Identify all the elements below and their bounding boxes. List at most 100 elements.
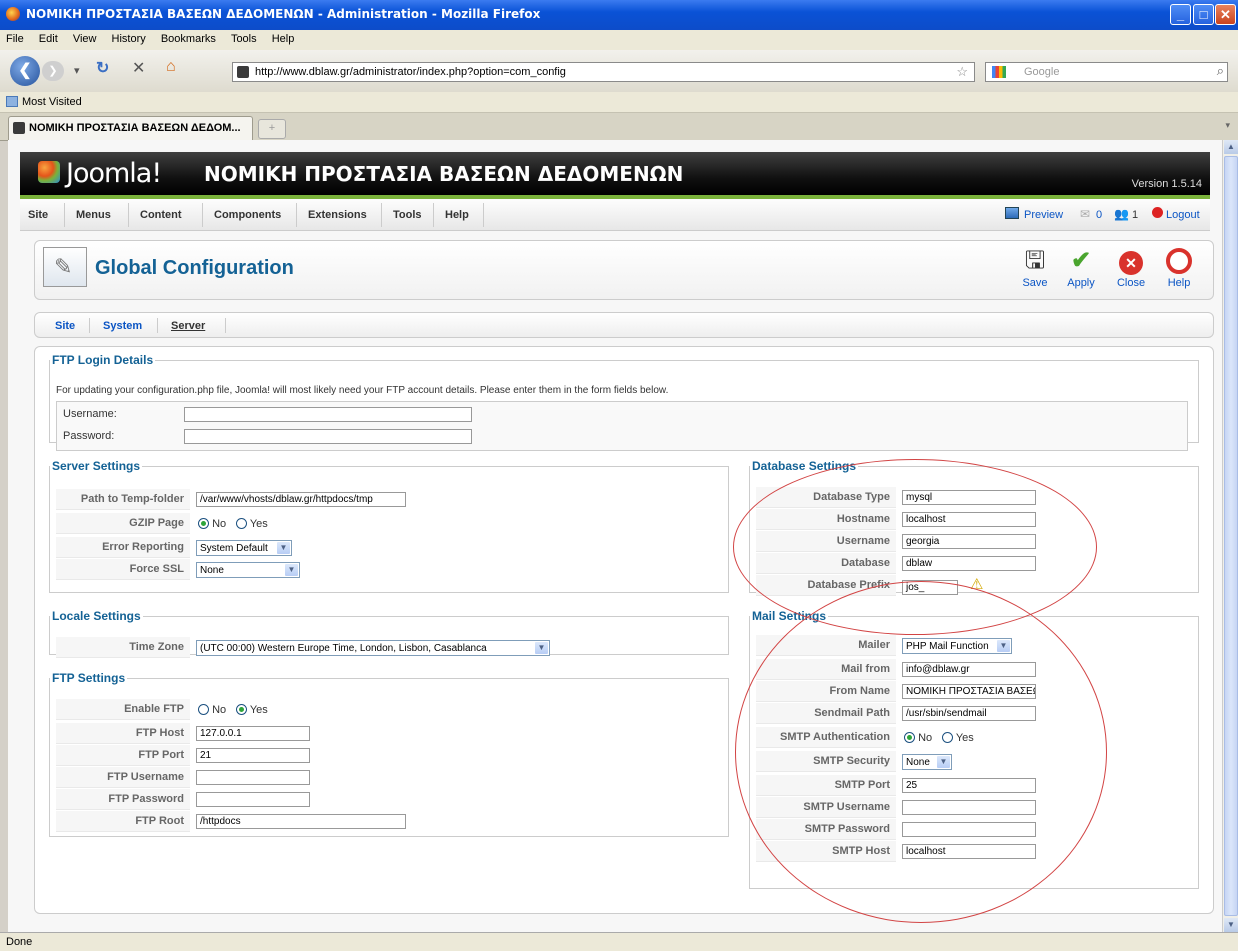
annotation-ellipse-mail — [735, 581, 1107, 923]
tab-strip: ΝΟΜΙΚΗ ΠΡΟΣΤΑΣΙΑ ΒΑΣΕΩΝ ΔΕΔΟΜ... + ▾ — [0, 113, 1238, 141]
close-icon: ✕ — [1117, 247, 1145, 275]
maximize-button[interactable]: □ — [1193, 4, 1214, 25]
ftp-login-password-input[interactable] — [184, 429, 472, 444]
tab-label: ΝΟΜΙΚΗ ΠΡΟΣΤΑΣΙΑ ΒΑΣΕΩΝ ΔΕΔΟΜ... — [29, 122, 241, 134]
bookmark-star-icon[interactable]: ☆ — [956, 64, 968, 80]
help-label: Help — [1167, 277, 1191, 289]
submenu-server[interactable]: Server — [171, 320, 205, 332]
site-title: ΝΟΜΙΚΗ ΠΡΟΣΤΑΣΙΑ ΒΑΣΕΩΝ ΔΕΔΟΜΕΝΩΝ — [204, 162, 684, 186]
search-placeholder: Google — [1024, 66, 1060, 78]
chevron-down-icon: ▼ — [535, 642, 548, 654]
scroll-thumb[interactable] — [1224, 156, 1238, 916]
back-button[interactable]: ❮ — [10, 56, 40, 86]
history-dropdown-icon[interactable]: ▾ — [74, 64, 80, 77]
gzip-no-radio[interactable]: No — [198, 518, 226, 530]
jmenu-help[interactable]: Help — [445, 209, 469, 221]
joomla-logo-icon — [38, 161, 60, 183]
ftp-settings-fieldset: FTP Settings Enable FTP No Yes FTP Host … — [49, 671, 729, 837]
close-label: Close — [1116, 277, 1146, 289]
jmenu-content[interactable]: Content — [140, 209, 182, 221]
config-submenu: Site System Server — [34, 312, 1214, 338]
minimize-button[interactable]: _ — [1170, 4, 1191, 25]
stop-icon[interactable]: ✕ — [132, 58, 145, 78]
tab-active[interactable]: ΝΟΜΙΚΗ ΠΡΟΣΤΑΣΙΑ ΒΑΣΕΩΝ ΔΕΔΟΜ... — [8, 116, 253, 140]
bookmark-folder-icon — [6, 96, 18, 107]
jmenu-tools[interactable]: Tools — [393, 209, 422, 221]
scroll-up-arrow-icon[interactable]: ▲ — [1224, 140, 1238, 154]
ftp-settings-legend: FTP Settings — [52, 671, 126, 685]
status-bar: Done — [0, 932, 1238, 951]
submenu-system[interactable]: System — [103, 320, 142, 332]
gzip-label: GZIP Page Compression — [56, 513, 190, 550]
tab-favicon — [13, 122, 25, 134]
jmenu-extensions[interactable]: Extensions — [308, 209, 367, 221]
ftp-port-input[interactable]: 21 — [196, 748, 310, 763]
site-favicon — [237, 66, 249, 78]
toolbar-box: ✎ Global Configuration 🖫 Save ✔ Apply ✕ … — [34, 240, 1214, 300]
firefox-icon — [6, 7, 20, 21]
home-icon[interactable]: ⌂ — [166, 58, 176, 76]
enable-ftp-yes-radio[interactable]: Yes — [236, 704, 268, 716]
error-reporting-label: Error Reporting — [56, 537, 190, 558]
jmenu-components[interactable]: Components — [214, 209, 281, 221]
ftp-host-input[interactable]: 127.0.0.1 — [196, 726, 310, 741]
save-label: Save — [1022, 277, 1048, 289]
window-title: ΝΟΜΙΚΗ ΠΡΟΣΤΑΣΙΑ ΒΑΣΕΩΝ ΔΕΔΟΜΕΝΩΝ - Admi… — [26, 7, 541, 21]
temp-folder-input[interactable]: /var/www/vhosts/dblaw.gr/httpdocs/tmp — [196, 492, 406, 507]
search-box[interactable]: Google ⌕ — [985, 62, 1228, 82]
joomla-menu: Site Menus Content Components Extensions… — [20, 199, 1210, 231]
menu-help[interactable]: Help — [266, 30, 301, 45]
menu-bookmarks[interactable]: Bookmarks — [155, 30, 222, 45]
ftp-login-username-input[interactable] — [184, 407, 472, 422]
ftp-root-input[interactable]: /httpdocs — [196, 814, 406, 829]
page-viewport: Joomla! ΝΟΜΙΚΗ ΠΡΟΣΤΑΣΙΑ ΒΑΣΕΩΝ ΔΕΔΟΜΕΝΩ… — [8, 140, 1222, 932]
forward-button[interactable]: ❯ — [42, 61, 64, 81]
page-title: Global Configuration — [95, 257, 294, 279]
ftp-username-input[interactable] — [196, 770, 310, 785]
apply-icon: ✔ — [1070, 247, 1092, 274]
new-tab-button[interactable]: + — [258, 119, 286, 139]
reload-icon[interactable]: ↻ — [96, 58, 109, 78]
locale-settings-fieldset: Locale Settings Time Zone (UTC 00:00) We… — [49, 609, 729, 658]
config-page-icon: ✎ — [43, 247, 87, 287]
jmenu-menus[interactable]: Menus — [76, 209, 111, 221]
ftp-login-legend: FTP Login Details — [52, 353, 154, 367]
save-button[interactable]: 🖫 Save — [1015, 247, 1055, 289]
ftp-root-label: FTP Root — [56, 811, 190, 832]
error-reporting-select[interactable]: System Default ▼ — [196, 540, 292, 556]
ftp-password-input[interactable] — [196, 792, 310, 807]
gzip-yes-radio[interactable]: Yes — [236, 518, 268, 530]
submenu-site[interactable]: Site — [55, 320, 75, 332]
menu-file[interactable]: File — [0, 30, 30, 45]
ftp-password-label: FTP Password — [56, 789, 190, 810]
scroll-down-arrow-icon[interactable]: ▼ — [1224, 918, 1238, 932]
force-ssl-select[interactable]: None ▼ — [196, 562, 300, 578]
preview-icon — [1005, 207, 1019, 219]
menu-edit[interactable]: Edit — [33, 30, 64, 45]
enable-ftp-no-radio[interactable]: No — [198, 704, 226, 716]
ftp-login-username-label: Username: — [63, 408, 117, 420]
locale-settings-legend: Locale Settings — [52, 609, 141, 623]
apply-button[interactable]: ✔ Apply — [1061, 247, 1101, 289]
help-button[interactable]: Help — [1159, 247, 1199, 289]
close-button[interactable]: ✕ Close — [1111, 247, 1151, 289]
url-bar[interactable]: http://www.dblaw.gr/administrator/index.… — [232, 62, 975, 82]
messages-count[interactable]: 0 — [1096, 209, 1102, 221]
jmenu-site[interactable]: Site — [28, 209, 48, 221]
close-window-button[interactable]: ✕ — [1215, 4, 1236, 25]
time-zone-select[interactable]: (UTC 00:00) Western Europe Time, London,… — [196, 640, 550, 656]
menu-view[interactable]: View — [67, 30, 103, 45]
force-ssl-label: Force SSL — [56, 559, 190, 580]
time-zone-label: Time Zone — [56, 637, 190, 658]
logout-link[interactable]: Logout — [1166, 209, 1200, 221]
server-settings-fieldset: Server Settings Path to Temp-folder /var… — [49, 459, 729, 593]
tab-list-icon[interactable]: ▾ — [1225, 120, 1230, 131]
bookmarks-toolbar: Most Visited — [0, 92, 1238, 113]
page-scrollbar[interactable]: ▲ ▼ — [1222, 140, 1238, 932]
preview-link[interactable]: Preview — [1024, 209, 1063, 221]
menu-tools[interactable]: Tools — [225, 30, 263, 45]
save-icon: 🖫 — [1024, 247, 1046, 274]
menu-history[interactable]: History — [106, 30, 152, 45]
most-visited-link[interactable]: Most Visited — [22, 96, 82, 108]
search-icon[interactable]: ⌕ — [1217, 63, 1224, 79]
